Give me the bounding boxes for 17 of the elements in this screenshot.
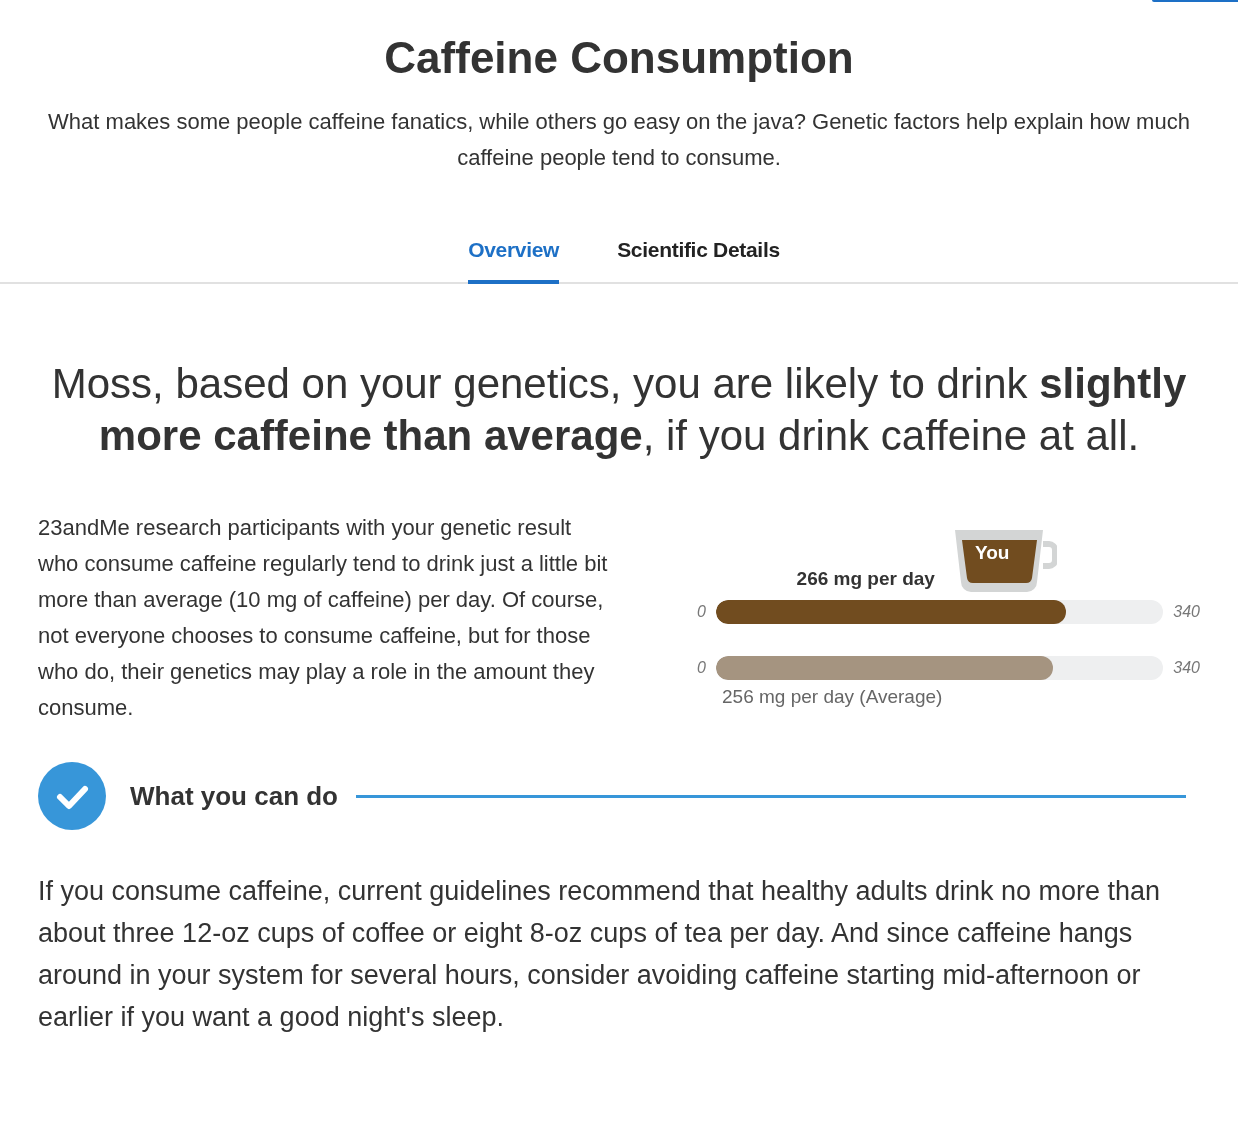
axis-min-label: 0	[696, 603, 706, 621]
section-heading: What you can do	[130, 780, 338, 812]
cup-icon	[952, 528, 1057, 594]
bar-value-label: 266 mg per day	[796, 568, 935, 591]
axis-max-label: 340	[1173, 659, 1200, 677]
summary-text: 23andMe research participants with your genetic result who consume caffeine regularly tend to drink just a little bit more than average (10 mg of caffeine) per day. Of course, not everyone chooses to consume caffeine, but for those who do, their genetics may play a role in the amount they consume.	[38, 514, 608, 722]
axis-max-label: 340	[1173, 603, 1200, 621]
page-subtitle: What makes some people caffeine fanatics, while others go easy on the java? Genetic factors help explain how much caffeine people tend to consume.	[47, 108, 1191, 172]
advice-text: If you consume caffeine, current guidelines recommend that healthy adults drink no more than about three 12-oz cups of coffee or eight 8-oz cups of tea per day. And since caffeine hangs around in your system for several hours, consider avoiding caffeine starting mid-afternoon or earlier if you want a good night's sleep.	[38, 875, 1162, 1034]
page-title: Caffeine Consumption	[383, 32, 855, 84]
check-icon	[38, 762, 106, 830]
cup-label: You	[974, 542, 1010, 564]
bar-value-label: 256 mg per day (Average)	[721, 686, 944, 708]
axis-min-label: 0	[696, 659, 706, 677]
result-headline: Moss, based on your genetics, you are likely to drink slightly more caffeine than average, if you drink caffeine at all.	[50, 359, 1188, 461]
tab[interactable]: Scientific Details	[617, 228, 780, 284]
tab[interactable]: Overview	[468, 228, 560, 284]
